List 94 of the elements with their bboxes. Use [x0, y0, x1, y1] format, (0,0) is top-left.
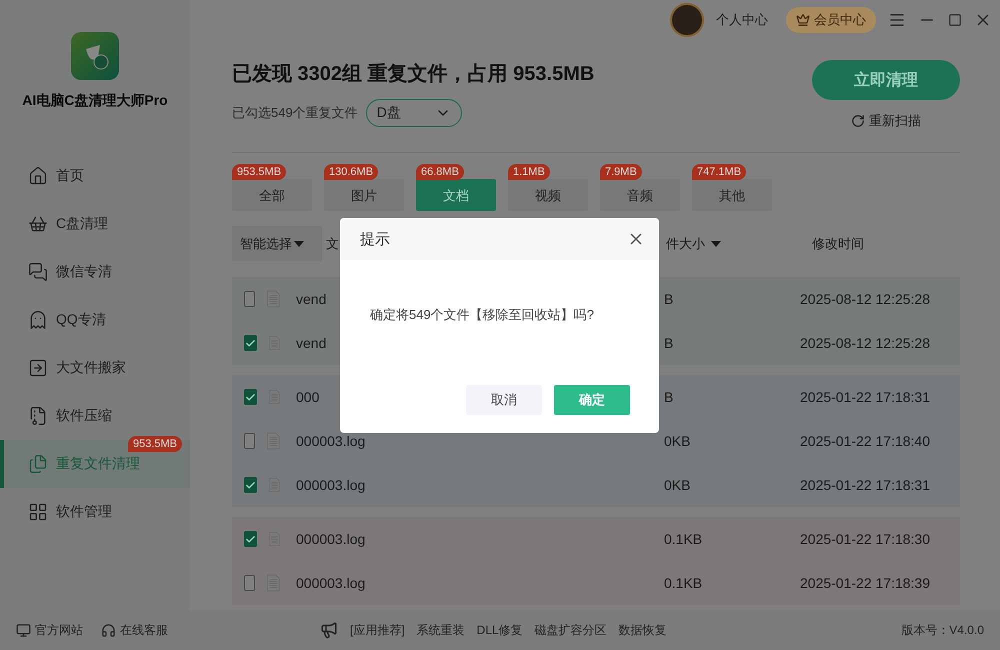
sidebar-item[interactable]: 大文件搬家 [0, 344, 190, 392]
file-size: B [664, 389, 674, 405]
summary-title: 已发现 3302组 重复文件，占用 953.5MB [232, 62, 594, 87]
member-button[interactable]: 会员中心 [786, 7, 876, 33]
checkbox[interactable] [244, 389, 257, 405]
size-badge: 953.5MB [128, 436, 182, 452]
drive-dropdown[interactable]: D盘 [366, 99, 462, 127]
category-tab[interactable]: 其他 [692, 179, 772, 211]
checkbox[interactable] [244, 291, 256, 307]
maximize-icon[interactable] [948, 13, 962, 27]
category-tab[interactable]: 视频 [508, 179, 588, 211]
size-badge: 7.9MB [600, 164, 642, 180]
size-badge: 130.6MB [324, 164, 378, 180]
file-size: 0KB [664, 477, 690, 493]
chat-bubbles-icon [28, 262, 48, 282]
sidebar-item[interactable]: C盘清理 [0, 200, 190, 248]
sidebar-item[interactable]: QQ专清 [0, 296, 190, 344]
size-badge: 1.1MB [508, 164, 550, 180]
category-tab[interactable]: 文档 [416, 179, 496, 211]
archive-file-icon [28, 406, 48, 426]
size-badge: 66.8MB [416, 164, 464, 180]
arrow-square-icon [28, 358, 48, 378]
file-name: vend [296, 291, 326, 307]
checkbox[interactable] [244, 575, 256, 591]
footer-link[interactable]: 官方网站 [16, 622, 83, 638]
checkbox[interactable] [244, 477, 257, 493]
file-name: 000003.log [296, 531, 366, 547]
version-text: 版本号：V4.0.0 [901, 622, 984, 638]
crown-icon [796, 13, 810, 27]
home-icon [28, 166, 48, 186]
modified-time: 2025-01-22 17:18:31 [800, 389, 930, 405]
sort-icon[interactable] [711, 240, 721, 246]
caret-icon[interactable] [294, 240, 304, 246]
check-icon [245, 338, 256, 348]
checkbox[interactable] [244, 335, 257, 351]
file-size: B [664, 291, 674, 307]
dialog-message: 确定将549个文件【移除至回收站】吗? [369, 306, 595, 324]
footer-link[interactable]: 系统重装 [416, 622, 465, 638]
megaphone-icon [320, 621, 338, 639]
category-tab[interactable]: 图片 [324, 179, 404, 211]
file-name: 000003.log [296, 433, 366, 449]
column-header[interactable]: 件大小 [666, 234, 705, 252]
file-name: vend [296, 335, 326, 351]
file-size: B [664, 335, 674, 351]
ghost-icon [28, 310, 48, 330]
column-header: 文 [326, 234, 339, 252]
rescan-link[interactable]: 重新扫描 [851, 112, 921, 130]
size-badge: 747.1MB [692, 164, 746, 180]
footer-link[interactable]: DLL修复 [476, 622, 523, 638]
sidebar-item[interactable]: 软件管理 [0, 488, 190, 536]
checkbox[interactable] [244, 433, 256, 449]
file-size: 0.1KB [664, 575, 702, 591]
column-header: 修改时间 [812, 234, 864, 252]
clean-button[interactable]: 立即清理 [812, 60, 960, 100]
menu-icon[interactable] [888, 11, 906, 29]
check-icon [245, 392, 256, 402]
monitor-icon [16, 622, 31, 638]
smart-select-dropdown[interactable]: 智能选择 [232, 226, 322, 261]
check-icon [245, 480, 256, 490]
selected-count: 已勾选549个重复文件 [232, 104, 358, 122]
headset-icon [101, 622, 116, 638]
footer-link[interactable]: [应用推荐] [350, 622, 405, 638]
footer-link[interactable]: 数据恢复 [618, 622, 667, 638]
documents-icon [28, 454, 48, 474]
confirm-button[interactable]: 确定 [554, 385, 630, 415]
category-tab[interactable]: 全部 [232, 179, 312, 211]
checkbox[interactable] [244, 531, 257, 547]
modified-time: 2025-08-12 12:25:28 [800, 335, 930, 351]
modified-time: 2025-01-22 17:18:40 [800, 433, 930, 449]
modified-time: 2025-01-22 17:18:31 [800, 477, 930, 493]
file-name: 000003.log [296, 477, 366, 493]
size-badge: 953.5MB [232, 164, 286, 180]
grid-icon [28, 502, 48, 522]
avatar[interactable] [670, 3, 704, 37]
modified-time: 2025-01-22 17:18:39 [800, 575, 930, 591]
modified-time: 2025-01-22 17:18:30 [800, 531, 930, 547]
file-name: 000003.log [296, 575, 366, 591]
file-size: 0.1KB [664, 531, 702, 547]
app-name: AI电脑C盘清理大师Pro [21, 92, 169, 110]
app-logo [71, 32, 119, 80]
refresh-icon [851, 114, 865, 128]
sidebar-item[interactable]: 首页 [0, 152, 190, 200]
file-name: 000 [296, 389, 320, 405]
category-tab[interactable]: 音频 [600, 179, 680, 211]
footer-link[interactable]: 在线客服 [101, 622, 168, 638]
sidebar-item[interactable]: 微信专清 [0, 248, 190, 296]
modified-time: 2025-08-12 12:25:28 [800, 291, 930, 307]
basket-icon [28, 214, 48, 234]
cancel-button[interactable]: 取消 [466, 385, 542, 415]
check-icon [245, 534, 256, 544]
footer-link[interactable]: 磁盘扩容分区 [534, 622, 607, 638]
dialog-title: 提示 [360, 230, 390, 248]
file-size: 0KB [664, 433, 690, 449]
profile-link[interactable]: 个人中心 [716, 11, 768, 29]
